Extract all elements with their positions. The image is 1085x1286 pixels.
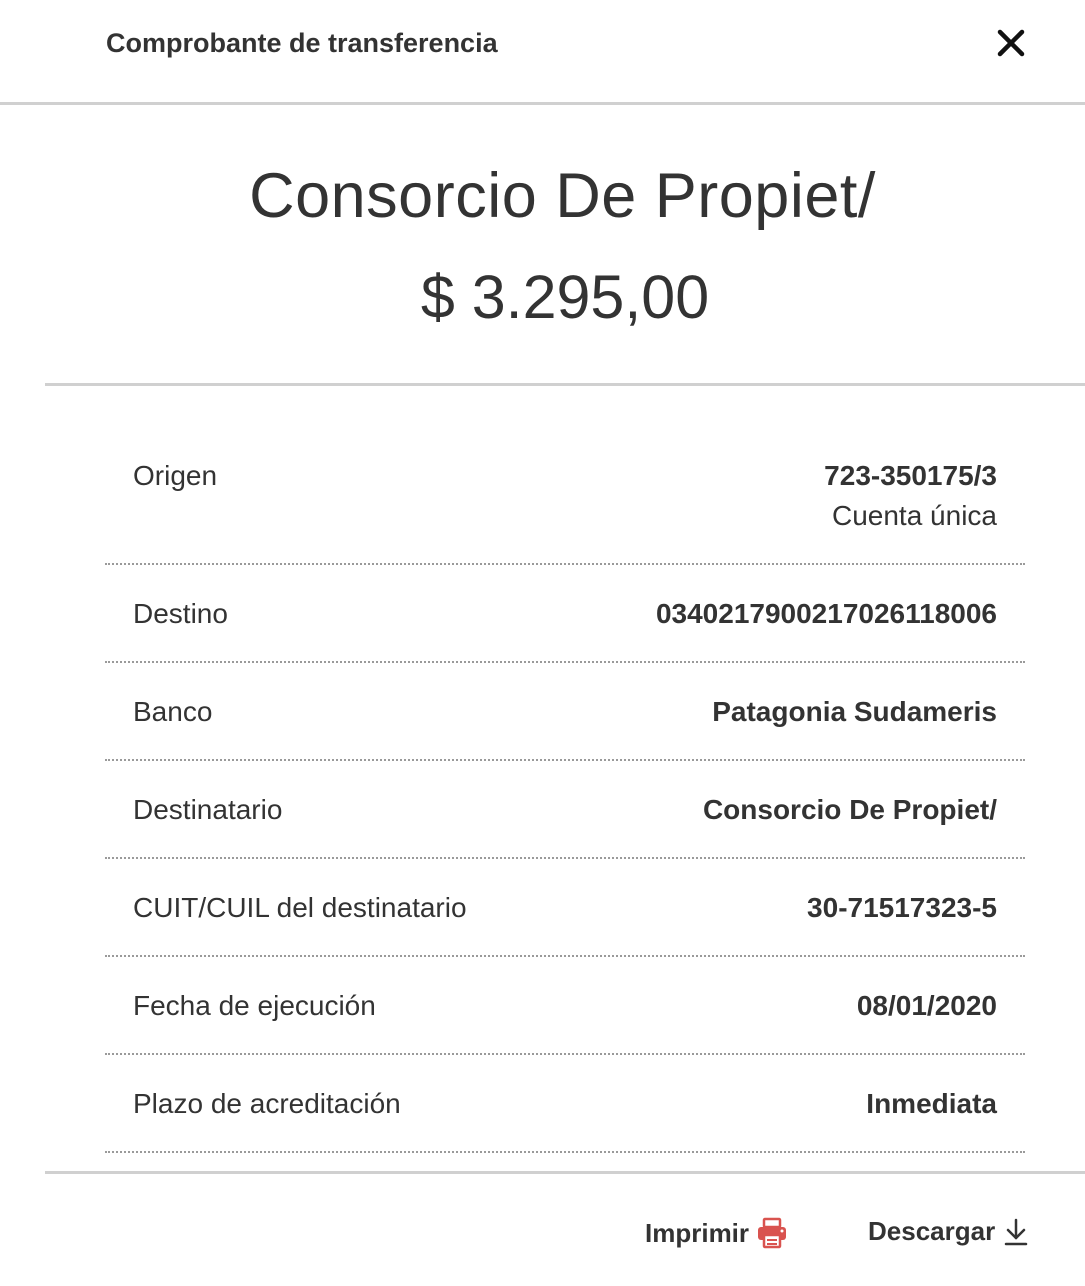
detail-label: Fecha de ejecución — [133, 990, 376, 1021]
detail-label: Destino — [133, 598, 228, 629]
footer-actions: Imprimir Descargar — [0, 1212, 1085, 1262]
print-button[interactable]: Imprimir — [645, 1216, 789, 1250]
detail-value: 30-71517323-5 — [807, 892, 997, 923]
modal-title: Comprobante de transferencia — [106, 28, 498, 58]
detail-row-destino: Destino 0340217900217026118006 — [105, 565, 1025, 663]
detail-subvalue: Cuenta única — [831, 500, 997, 531]
divider — [45, 383, 1085, 386]
detail-label: CUIT/CUIL del destinatario — [133, 892, 467, 923]
transfer-summary: Consorcio De Propiet/ $ 3.295,00 — [0, 105, 1085, 383]
close-icon[interactable] — [990, 22, 1032, 64]
recipient-name: Consorcio De Propiet/ — [249, 161, 876, 231]
download-icon — [1004, 1218, 1028, 1245]
detail-value: 08/01/2020 — [856, 990, 997, 1021]
print-label: Imprimir — [645, 1217, 750, 1248]
detail-row-plazo: Plazo de acreditación Inmediata — [105, 1055, 1025, 1153]
detail-label: Origen — [133, 460, 218, 491]
download-button[interactable]: Descargar — [868, 1216, 1029, 1247]
detail-row-cuit: CUIT/CUIL del destinatario 30-71517323-5 — [105, 859, 1025, 957]
detail-value: Consorcio De Propiet/ — [702, 794, 997, 825]
divider — [45, 1171, 1085, 1174]
detail-row-banco: Banco Patagonia Sudameris — [105, 663, 1025, 761]
detail-row-fecha: Fecha de ejecución 08/01/2020 — [105, 957, 1025, 1055]
detail-row-origen: Origen 723-350175/3 Cuenta única — [105, 430, 1025, 565]
close-button[interactable] — [990, 22, 1032, 64]
detail-value: 723-350175/3 — [824, 460, 997, 491]
modal-header: Comprobante de transferencia — [0, 0, 1085, 105]
download-label: Descargar — [868, 1216, 996, 1246]
detail-row-destinatario: Destinatario Consorcio De Propiet/ — [105, 761, 1025, 859]
detail-label: Destinatario — [133, 794, 283, 825]
detail-value: Patagonia Sudameris — [712, 696, 997, 727]
transfer-details: Origen 723-350175/3 Cuenta única Destino… — [105, 430, 1025, 1153]
detail-value: Inmediata — [866, 1088, 997, 1119]
detail-label: Plazo de acreditación — [133, 1088, 401, 1119]
transfer-amount: $ 3.295,00 — [420, 263, 710, 331]
detail-label: Banco — [133, 696, 213, 727]
printer-icon — [758, 1217, 787, 1249]
detail-value: 0340217900217026118006 — [655, 598, 997, 629]
